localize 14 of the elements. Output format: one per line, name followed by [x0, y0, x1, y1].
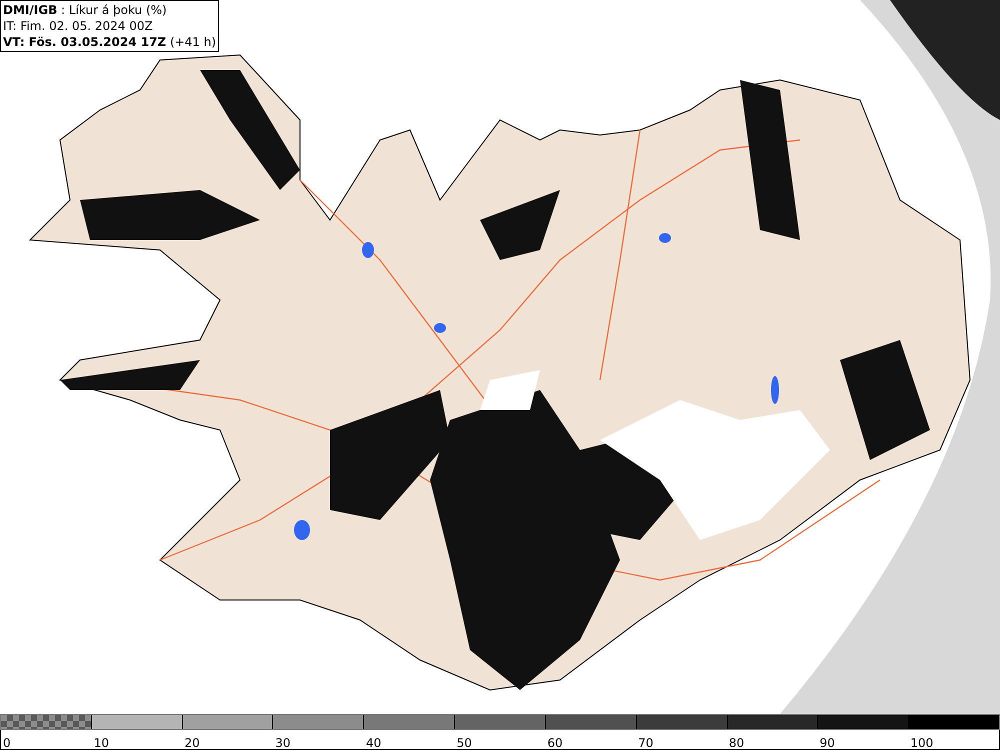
legend-label: 0	[2, 736, 11, 750]
title-line: IT: Fim. 02. 05. 2024 00Z	[3, 18, 154, 34]
legend-label: 70	[637, 736, 654, 750]
legend-label: 20	[183, 736, 200, 750]
legend-label: 50	[456, 736, 472, 750]
legend-label: 10	[92, 736, 110, 750]
legend-label: 100	[909, 736, 934, 750]
legend-label: 30	[274, 736, 290, 750]
legend-label: 60	[546, 736, 563, 750]
legend-label: 90	[818, 736, 835, 750]
legend-label: 80	[728, 736, 744, 750]
legend-label: 40	[364, 736, 382, 750]
title-line: DMI/IGB : Líkur á þoku (%)	[3, 2, 168, 18]
title-line: VT: Fös. 03.05.2024 17Z (+41 h)	[3, 34, 216, 50]
